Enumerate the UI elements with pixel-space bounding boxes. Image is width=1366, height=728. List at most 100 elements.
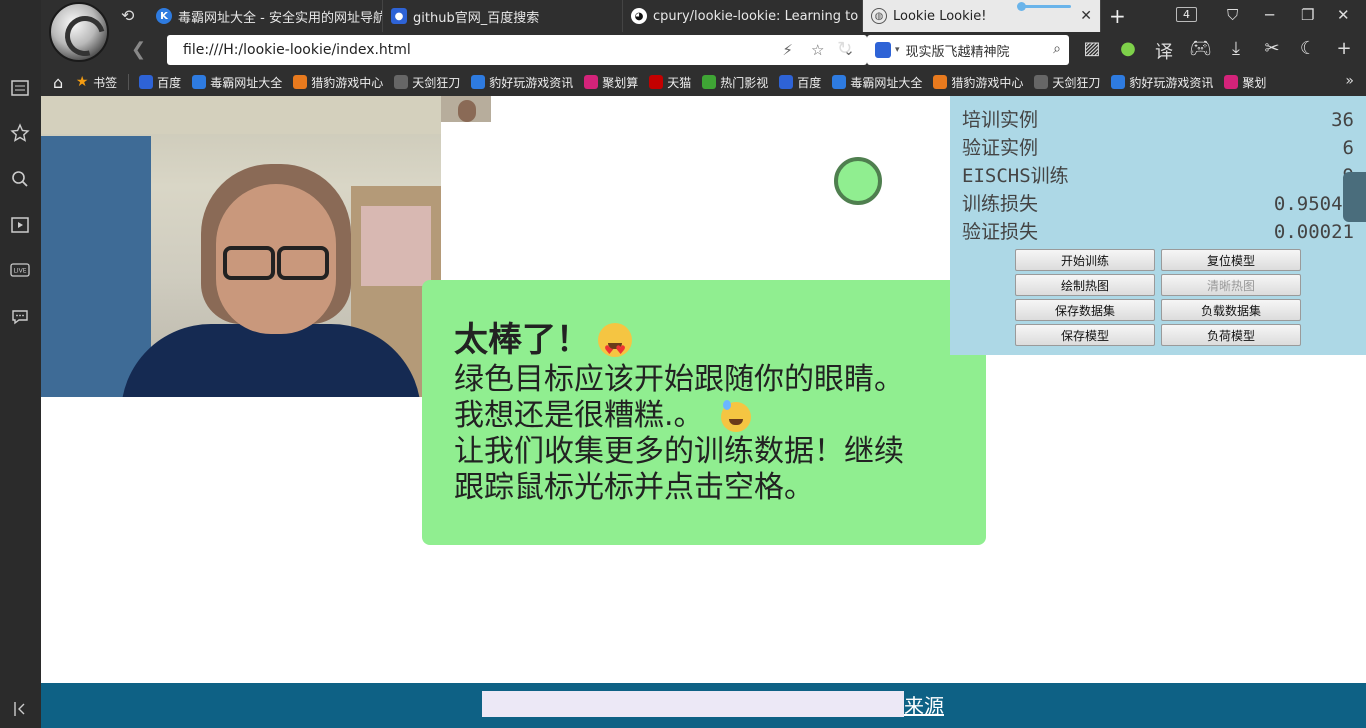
tab-github[interactable]: ◕ cpury/lookie-lookie: Learning to xyxy=(623,0,863,32)
tab-duba[interactable]: K 毒霸网址大全 - 安全实用的网址导航 xyxy=(148,0,383,32)
footer-link[interactable]: https://github.com/cpury/lookie-lookie 来… xyxy=(482,690,944,719)
clear-heatmap-button[interactable]: 清晰热图 xyxy=(1161,274,1301,296)
bookmark-item[interactable]: 天猫 xyxy=(649,74,691,91)
start-training-button[interactable]: 开始训练 xyxy=(1015,249,1155,271)
cheetah-game-icon xyxy=(293,75,308,89)
kingsoft-k-icon xyxy=(832,75,847,89)
bookmark-item[interactable]: 聚划 xyxy=(1224,74,1266,91)
url-bar[interactable]: file:///H:/lookie-lookie/index.html ⚡ ☆ … xyxy=(167,35,867,65)
source-link[interactable]: 来源 xyxy=(904,690,944,719)
chevron-double-right-icon[interactable]: » xyxy=(1345,73,1354,89)
bookmark-label: 猎豹游戏中心 xyxy=(311,75,384,90)
baidu-paw-icon xyxy=(139,75,154,89)
bookmark-label: 天剑狂刀 xyxy=(1052,75,1101,90)
collapse-sidebar-icon[interactable] xyxy=(8,697,32,721)
bookmark-item[interactable]: 百度 xyxy=(139,74,181,91)
add-tool-icon[interactable]: + xyxy=(1333,38,1355,64)
bookmark-item[interactable]: 豹好玩游戏资讯 xyxy=(471,74,573,91)
bookmarks-menu[interactable]: ★ 书签 xyxy=(75,74,117,91)
side-drawer-tab[interactable] xyxy=(1343,172,1366,222)
message-line: 让我们收集更多的训练数据！继续 xyxy=(454,434,904,469)
green-face-icon[interactable]: ● xyxy=(1117,38,1139,64)
bookmark-item[interactable]: 豹好玩游戏资讯 xyxy=(1111,74,1213,91)
undo-close-tab-icon[interactable]: ⟲ xyxy=(121,6,134,25)
baidu-paw-icon: ● xyxy=(391,8,407,24)
bookmark-label: 猎豹游戏中心 xyxy=(951,75,1024,90)
footer-bar: https://github.com/cpury/lookie-lookie 来… xyxy=(41,683,1366,728)
kingsoft-k-icon xyxy=(192,75,207,89)
close-window-icon[interactable]: ✕ xyxy=(1337,6,1350,24)
juhuasuan-icon xyxy=(584,75,599,89)
close-tab-icon[interactable]: ✕ xyxy=(1080,8,1092,24)
download-icon[interactable]: ⤓ xyxy=(1225,38,1247,64)
save-model-button[interactable]: 保存模型 xyxy=(1015,324,1155,346)
restore-icon[interactable]: ❐ xyxy=(1301,6,1314,24)
bookmark-star-icon[interactable]: ☆ xyxy=(811,41,824,59)
stat-label: 培训实例 xyxy=(962,109,1039,131)
baidu-paw-icon xyxy=(875,42,891,58)
screenshot-image-icon[interactable]: ▨ xyxy=(1081,38,1103,64)
bookmark-item[interactable]: 热门影视 xyxy=(702,74,768,91)
shirt-skin-icon[interactable]: ⛉ xyxy=(1227,6,1238,24)
live-icon[interactable]: LIVE xyxy=(8,258,32,282)
cheetah-game-icon xyxy=(933,75,948,89)
volume-slider[interactable] xyxy=(1017,2,1071,11)
bookmark-item[interactable]: 聚划算 xyxy=(584,74,638,91)
stat-value: 36 xyxy=(1331,109,1354,131)
minimize-icon[interactable]: ─ xyxy=(1265,6,1274,24)
bookmark-item[interactable]: 百度 xyxy=(779,74,821,91)
url-text[interactable]: file:///H:/lookie-lookie/index.html xyxy=(183,42,411,58)
lightning-icon[interactable]: ⚡ xyxy=(782,41,793,59)
chevron-down-icon[interactable]: ▾ xyxy=(895,45,900,55)
bookmark-label: 热门影视 xyxy=(720,75,769,90)
bookmark-label: 聚划 xyxy=(1242,75,1267,90)
search-icon[interactable]: ⌕ xyxy=(1053,41,1061,57)
footer-url-selected[interactable]: https://github.com/cpury/lookie-lookie xyxy=(482,691,904,717)
tab-baidu-search[interactable]: ● github官网_百度搜索 xyxy=(383,0,623,32)
sword-game-icon xyxy=(1034,75,1049,89)
message-line: 跟踪鼠标光标并点击空格。 xyxy=(454,470,814,505)
bookmarks-label: 书签 xyxy=(93,75,118,90)
bookmark-item[interactable]: 毒霸网址大全 xyxy=(192,74,282,91)
video-icon[interactable] xyxy=(8,213,32,237)
webcam-video xyxy=(41,96,441,397)
gaze-target-circle xyxy=(834,157,882,205)
scissors-icon[interactable]: ✂ xyxy=(1261,38,1283,64)
stat-row: 验证实例 6 xyxy=(962,134,1354,162)
reload-icon[interactable]: ↻ xyxy=(837,38,852,59)
tab-count-badge[interactable]: 4 xyxy=(1176,7,1197,22)
bookmark-item[interactable]: 毒霸网址大全 xyxy=(832,74,922,91)
browser-logo-icon[interactable] xyxy=(49,2,109,62)
search-suggestion[interactable]: 现实版飞越精神院 xyxy=(906,41,1010,60)
bookmark-item[interactable]: 天剑狂刀 xyxy=(394,74,460,91)
back-arrow-icon[interactable]: ❮ xyxy=(131,39,146,60)
bookmark-item[interactable]: 猎豹游戏中心 xyxy=(933,74,1023,91)
draw-heatmap-button[interactable]: 绘制热图 xyxy=(1015,274,1155,296)
new-tab-icon[interactable]: + xyxy=(1109,4,1126,28)
juhuasuan-icon xyxy=(1224,75,1239,89)
home-icon[interactable]: ⌂ xyxy=(53,73,63,92)
bookmark-item[interactable]: 猎豹游戏中心 xyxy=(293,74,383,91)
save-dataset-button[interactable]: 保存数据集 xyxy=(1015,299,1155,321)
leopard-b-icon xyxy=(471,75,486,89)
star-icon: ★ xyxy=(75,74,89,90)
bookmark-item[interactable]: 天剑狂刀 xyxy=(1034,74,1100,91)
reading-list-icon[interactable] xyxy=(8,76,32,100)
gamepad-icon[interactable]: 🎮︎ xyxy=(1189,38,1212,64)
stat-label: 验证实例 xyxy=(962,137,1039,159)
search-icon[interactable] xyxy=(8,167,32,191)
reset-model-button[interactable]: 复位模型 xyxy=(1161,249,1301,271)
chat-bubble-icon[interactable] xyxy=(8,305,32,329)
search-box[interactable]: ▾ 现实版飞越精神院 ⌕ xyxy=(867,35,1069,65)
svg-text:LIVE: LIVE xyxy=(13,268,26,275)
load-dataset-button[interactable]: 负载数据集 xyxy=(1161,299,1301,321)
tmall-icon xyxy=(649,75,664,89)
stat-value: 0.00021 xyxy=(1273,221,1354,243)
message-title-text: 太棒了！ xyxy=(454,320,590,360)
stat-row: 训练损失 0.95041 xyxy=(962,190,1354,218)
translate-icon[interactable]: 译 xyxy=(1153,38,1175,64)
night-mode-icon[interactable]: ☾ xyxy=(1297,38,1319,64)
load-model-button[interactable]: 负荷模型 xyxy=(1161,324,1301,346)
favorites-star-icon[interactable] xyxy=(8,121,32,145)
stat-row: 验证损失 0.00021 xyxy=(962,218,1354,246)
